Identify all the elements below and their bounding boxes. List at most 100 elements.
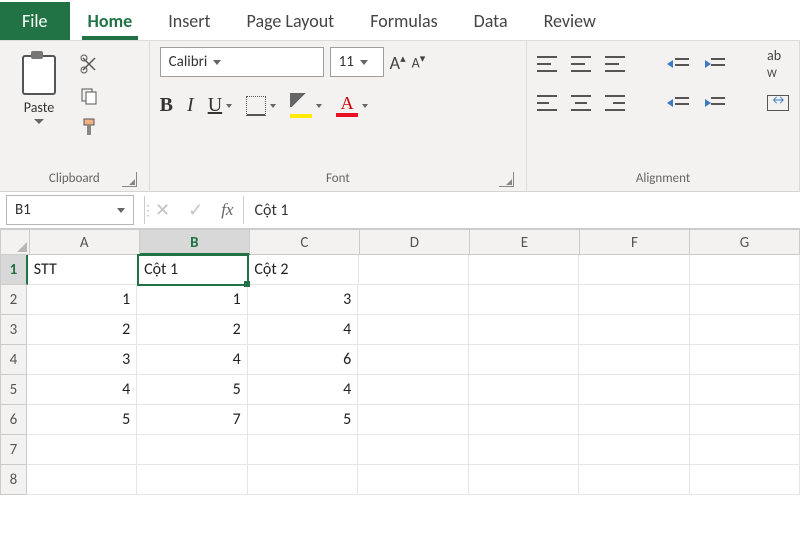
decrease-indent-icon[interactable] (667, 56, 689, 72)
align-right-icon[interactable] (605, 95, 625, 111)
tab-data[interactable]: Data (456, 6, 526, 40)
tab-file[interactable]: File (0, 2, 70, 40)
increase-font-size[interactable]: A▴ (390, 53, 406, 72)
font-name-combo[interactable]: Calibri (160, 47, 324, 77)
clipboard-dialog-launcher[interactable] (122, 172, 137, 187)
cell[interactable] (469, 255, 579, 285)
cell[interactable] (27, 435, 137, 465)
cell[interactable]: 3 (248, 285, 358, 315)
cell[interactable] (137, 465, 247, 495)
cell[interactable] (469, 375, 579, 405)
row-header[interactable]: 7 (0, 435, 27, 465)
column-header[interactable]: G (690, 229, 800, 255)
align-top-icon[interactable] (537, 56, 557, 72)
cell[interactable] (248, 465, 358, 495)
cell[interactable]: 1 (137, 285, 247, 315)
cell[interactable]: 3 (27, 345, 137, 375)
cell[interactable]: 7 (137, 405, 247, 435)
fill-color-button[interactable] (290, 93, 322, 118)
cell[interactable]: 4 (248, 315, 358, 345)
row-header[interactable]: 2 (0, 285, 27, 315)
cut-icon[interactable] (78, 53, 100, 75)
cell[interactable]: 5 (27, 405, 137, 435)
copy-icon[interactable] (78, 85, 100, 107)
cell[interactable] (690, 315, 800, 345)
row-header[interactable]: 6 (0, 405, 27, 435)
insert-function-button[interactable]: fx (221, 200, 233, 220)
font-dialog-launcher[interactable] (499, 172, 514, 187)
cell[interactable] (579, 285, 689, 315)
underline-button[interactable]: U (208, 94, 232, 117)
cell[interactable] (690, 465, 800, 495)
tab-insert[interactable]: Insert (150, 6, 228, 40)
align-bottom-icon[interactable] (605, 56, 625, 72)
cell[interactable] (469, 465, 579, 495)
cell[interactable] (579, 315, 689, 345)
cell[interactable] (137, 435, 247, 465)
cell[interactable] (358, 345, 468, 375)
tab-formulas[interactable]: Formulas (352, 6, 455, 40)
cell[interactable] (358, 375, 468, 405)
chevron-down-icon[interactable] (213, 60, 221, 65)
chevron-down-icon[interactable] (270, 104, 276, 108)
cell[interactable] (579, 255, 689, 285)
italic-button[interactable]: I (187, 94, 194, 117)
row-header[interactable]: 8 (0, 465, 27, 495)
column-header[interactable]: E (470, 229, 580, 255)
font-color-button[interactable]: A (336, 94, 368, 117)
cell[interactable]: 4 (137, 345, 247, 375)
decrease-indent-icon[interactable] (667, 95, 689, 111)
cell[interactable] (27, 465, 137, 495)
cell[interactable]: 6 (248, 345, 358, 375)
cell[interactable]: 5 (248, 405, 358, 435)
format-painter-icon[interactable] (78, 117, 100, 139)
formula-bar-input[interactable]: Cột 1 (254, 201, 288, 220)
cell[interactable] (579, 375, 689, 405)
enter-formula-icon[interactable]: ✓ (188, 199, 203, 221)
cell[interactable] (358, 465, 468, 495)
align-left-icon[interactable] (537, 95, 557, 111)
cell[interactable] (579, 435, 689, 465)
paste-button[interactable]: Paste (10, 47, 68, 124)
align-middle-icon[interactable] (571, 56, 591, 72)
cell[interactable] (579, 405, 689, 435)
chevron-down-icon[interactable] (362, 104, 368, 108)
tab-review[interactable]: Review (526, 6, 614, 40)
cell[interactable]: 2 (137, 315, 247, 345)
increase-indent-icon[interactable] (703, 56, 725, 72)
cell[interactable]: STT (28, 255, 138, 285)
column-header[interactable]: A (30, 229, 140, 255)
cancel-formula-icon[interactable]: ✕ (155, 199, 170, 221)
row-header[interactable]: 1 (0, 255, 28, 285)
row-header[interactable]: 3 (0, 315, 27, 345)
cell[interactable]: Cột 2 (248, 255, 358, 285)
borders-button[interactable] (246, 96, 276, 116)
cell[interactable] (248, 435, 358, 465)
align-center-icon[interactable] (571, 95, 591, 111)
column-header[interactable]: B (140, 229, 250, 255)
row-header[interactable]: 5 (0, 375, 27, 405)
tab-page-layout[interactable]: Page Layout (229, 6, 353, 40)
column-header[interactable]: F (580, 229, 690, 255)
cell[interactable] (579, 465, 689, 495)
cell[interactable]: 4 (248, 375, 358, 405)
cell[interactable] (579, 345, 689, 375)
cell[interactable] (358, 435, 468, 465)
column-header[interactable]: D (360, 229, 470, 255)
cell[interactable] (690, 375, 800, 405)
worksheet-grid[interactable]: ABCDEFG 1STTCột 1Cột 2211332244346545465… (0, 229, 800, 495)
decrease-font-size[interactable]: A▾ (412, 53, 426, 71)
chevron-down-icon[interactable] (34, 119, 44, 124)
bold-button[interactable]: B (160, 94, 173, 117)
chevron-down-icon[interactable] (360, 60, 368, 65)
cell[interactable]: Cột 1 (138, 255, 248, 285)
cell[interactable] (469, 405, 579, 435)
cell[interactable] (690, 255, 800, 285)
chevron-down-icon[interactable] (316, 104, 322, 108)
cell[interactable]: 2 (27, 315, 137, 345)
cell[interactable] (469, 285, 579, 315)
cell[interactable] (358, 405, 468, 435)
cell[interactable] (469, 345, 579, 375)
cell[interactable] (359, 255, 469, 285)
font-size-combo[interactable]: 11 (330, 47, 384, 77)
